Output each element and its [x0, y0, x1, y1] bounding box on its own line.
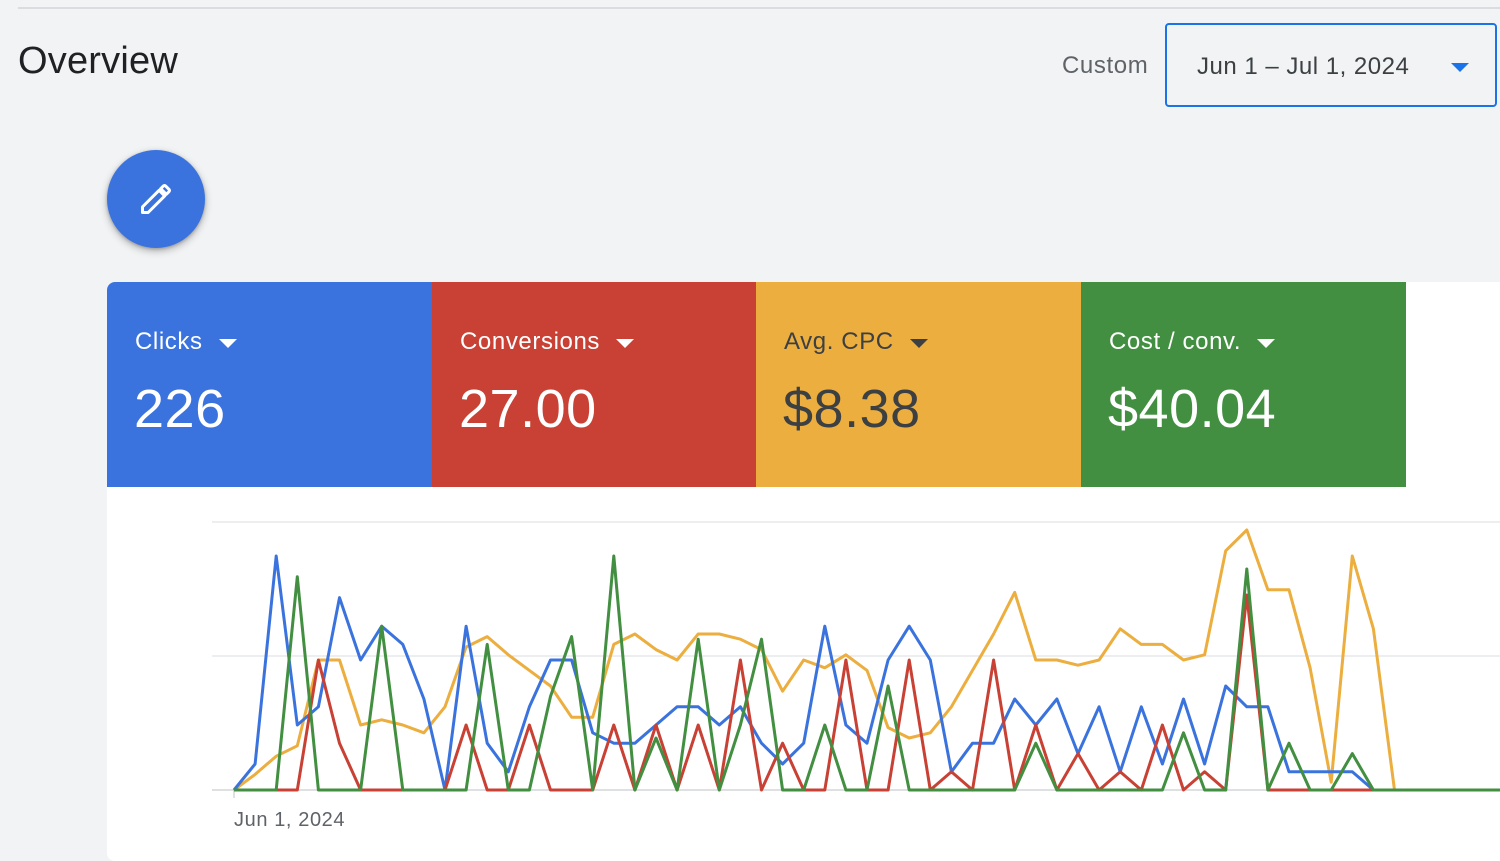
- dropdown-arrow-icon: [1451, 63, 1469, 72]
- date-range-dropdown[interactable]: Jun 1 – Jul 1, 2024: [1165, 23, 1497, 107]
- top-divider: [18, 7, 1500, 9]
- series-line-conversions: [234, 593, 1500, 792]
- date-range-text: Jun 1 – Jul 1, 2024: [1197, 53, 1410, 80]
- performance-card: Clicks 226 Conversions 27.00 Avg. CPC $8…: [107, 282, 1500, 861]
- chart-series-lines: [232, 528, 1500, 792]
- edit-button[interactable]: [107, 150, 205, 248]
- pencil-icon: [141, 184, 171, 214]
- series-line-avg-cpc: [233, 528, 1500, 792]
- range-type-label: Custom: [1062, 52, 1149, 79]
- x-axis-start-label: Jun 1, 2024: [234, 809, 345, 831]
- page-title: Overview: [18, 40, 178, 82]
- performance-line-chart: Jun 1, 2024: [212, 521, 1500, 831]
